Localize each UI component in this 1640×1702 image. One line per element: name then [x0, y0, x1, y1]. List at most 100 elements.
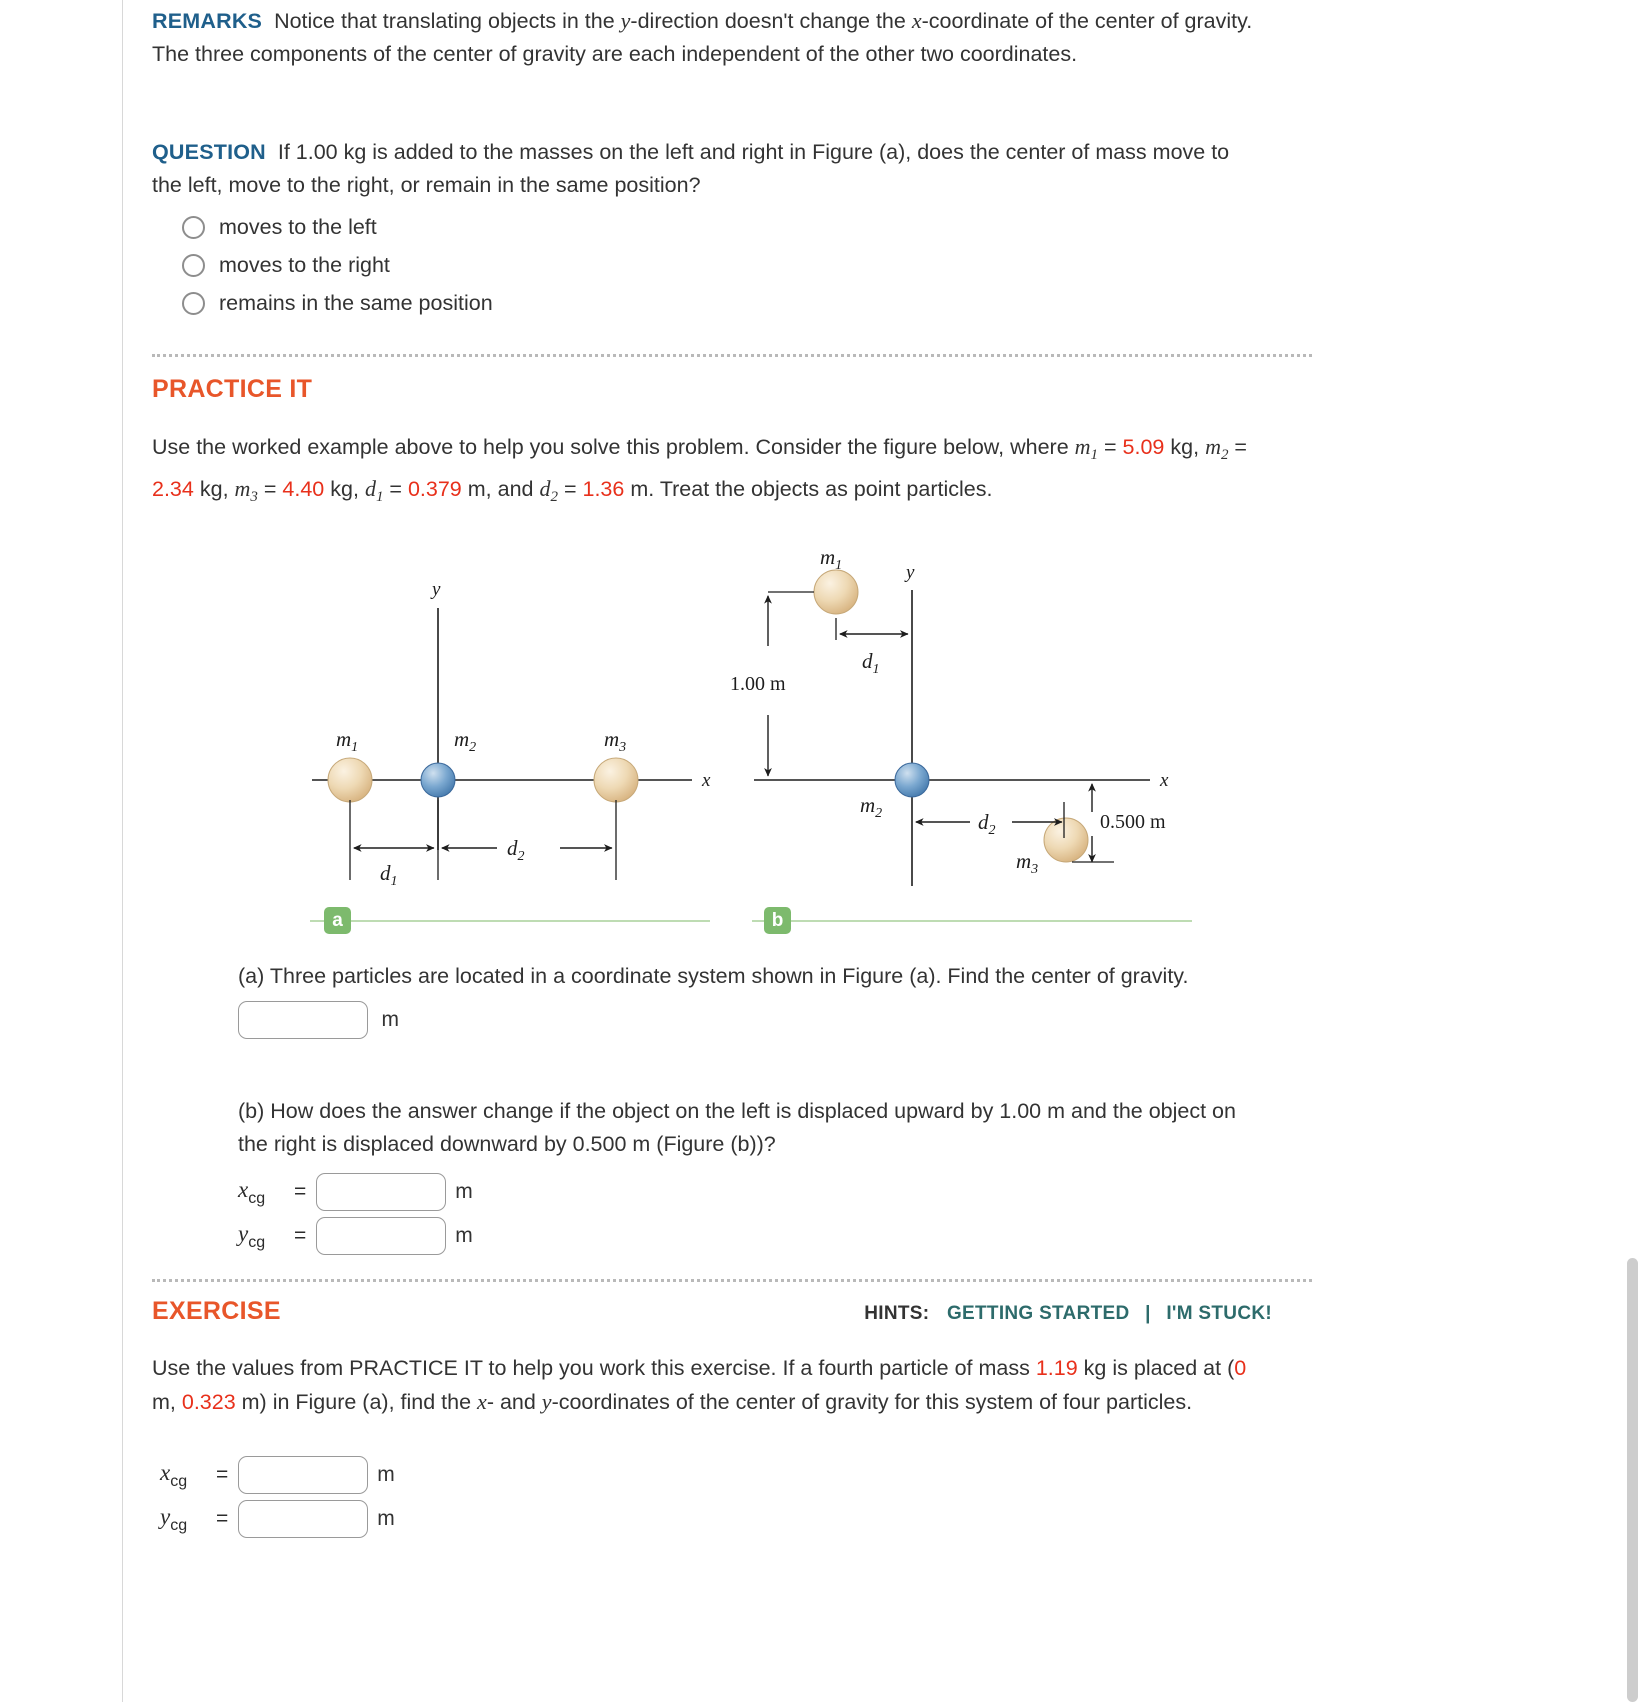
page-left-rule — [122, 0, 123, 1702]
practice-intro-paragraph: Use the worked example above to help you… — [152, 434, 1247, 505]
hint-getting-started-link[interactable]: GETTING STARTED — [947, 1303, 1130, 1324]
part-b-xcg-label: xcg — [238, 1176, 266, 1207]
part-b-xcg-row: xcg = m — [238, 1173, 1268, 1211]
hint-im-stuck-link[interactable]: I'M STUCK! — [1166, 1303, 1272, 1324]
question-text: If 1.00 kg is added to the masses on the… — [152, 140, 1230, 197]
part-b-xcg-sub: cg — [248, 1189, 266, 1207]
figure-badge-b: b — [764, 907, 791, 934]
part-a-answer-input[interactable] — [238, 1001, 368, 1039]
remarks-y-variable: y — [620, 8, 631, 33]
exercise-text-6: -coordinates of the center of gravity fo… — [551, 1390, 1193, 1414]
radio-option-moves-left[interactable]: moves to the left — [152, 215, 1262, 240]
part-b-ycg-unit: m — [455, 1224, 473, 1247]
exercise-ycg-label: ycg — [160, 1503, 188, 1534]
remarks-text-part1: Notice that translating objects in the — [274, 9, 621, 33]
physics-figure: y x m1 m2 m3 d1 d2 y x m1 m2 m3 1.00 m d… — [302, 550, 1192, 950]
exercise-xcg-row: xcg = m — [160, 1456, 395, 1494]
remarks-heading: REMARKS — [152, 9, 263, 33]
part-b-ycg-sub: cg — [248, 1233, 266, 1251]
panel-b-mass3-sphere — [1043, 817, 1089, 863]
part-b-ycg-input[interactable] — [316, 1217, 447, 1255]
remarks-section: REMARKS Notice that translating objects … — [152, 4, 1262, 71]
exercise-y-variable: y — [541, 1389, 552, 1414]
given-d1-unit: m — [467, 477, 486, 501]
exercise-xcg-unit: m — [377, 1463, 395, 1486]
radio-icon[interactable] — [182, 216, 205, 239]
figure-panel-b: y x m1 m2 m3 1.00 m d1 d2 0.500 m — [730, 550, 1169, 886]
panel-a-mass3-label: m3 — [604, 727, 626, 755]
exercise-header: EXERCISE HINTS: GETTING STARTED | I'M ST… — [152, 1297, 1272, 1326]
exercise-text-1: Use the values from PRACTICE IT to help … — [152, 1356, 1036, 1380]
panel-a-x-axis-label: x — [701, 770, 711, 791]
exercise-xcg-input[interactable] — [238, 1456, 369, 1494]
panel-a-d2-label: d2 — [507, 836, 525, 864]
exercise-xcg-equals: = — [216, 1463, 229, 1486]
radio-option-moves-right[interactable]: moves to the right — [152, 253, 1262, 278]
question-spacer — [266, 140, 278, 164]
remarks-text-1 — [262, 9, 274, 33]
hint-divider: | — [1145, 1303, 1151, 1324]
given-d1-symbol: d1 — [364, 476, 384, 505]
section-divider-exercise — [152, 1279, 1312, 1282]
part-b-xcg-input[interactable] — [316, 1173, 447, 1211]
radio-icon[interactable] — [182, 254, 205, 277]
exercise-text-3: m, — [152, 1390, 182, 1414]
practice-it-title-wrap: PRACTICE IT — [152, 375, 312, 404]
question-heading: QUESTION — [152, 140, 266, 164]
question-paragraph: QUESTION If 1.00 kg is added to the mass… — [152, 136, 1262, 202]
radio-option-remains-same[interactable]: remains in the same position — [152, 291, 1262, 316]
given-d2-value: 1.36 — [582, 477, 625, 501]
panel-b-half-m-label: 0.500 m — [1100, 811, 1166, 833]
hints-group: HINTS: GETTING STARTED | I'M STUCK! — [864, 1303, 1272, 1325]
given-d2-unit: m — [630, 477, 649, 501]
panel-a-mass3-sphere — [593, 757, 639, 803]
part-a-section: (a) Three particles are located in a coo… — [238, 960, 1258, 1039]
panel-a-d1-label: d1 — [380, 861, 398, 889]
given-d2-symbol: d2 — [539, 476, 558, 505]
exercise-xcg-sub: cg — [170, 1472, 188, 1490]
part-b-xcg-equals: = — [294, 1180, 307, 1203]
given-m2-unit: kg — [199, 477, 223, 501]
exercise-ycg-input[interactable] — [238, 1500, 369, 1538]
given-m3-sub: 3 — [250, 489, 258, 505]
exercise-ycg-equals: = — [216, 1507, 229, 1530]
given-m3-unit: kg — [330, 477, 353, 501]
exercise-text-2: kg is placed at ( — [1077, 1356, 1235, 1380]
remarks-text-part2: -direction doesn't change the — [630, 9, 912, 33]
part-b-ycg-equals: = — [294, 1224, 307, 1247]
given-m2-sub: 2 — [1220, 447, 1229, 463]
exercise-coord-x: 0 — [1234, 1356, 1247, 1380]
radio-label: moves to the left — [219, 215, 377, 239]
worked-example-page: REMARKS Notice that translating objects … — [0, 0, 1640, 1702]
figure-badge-a: a — [324, 907, 351, 934]
exercise-answer-inputs: xcg = m ycg = m — [160, 1450, 395, 1538]
given-m3-value: 4.40 — [282, 477, 325, 501]
given-d1-value: 0.379 — [407, 477, 462, 501]
given-m1-value: 5.09 — [1122, 435, 1165, 459]
exercise-ycg-unit: m — [377, 1507, 395, 1530]
part-b-text: (b) How does the answer change if the ob… — [238, 1099, 1236, 1156]
panel-b-1m-label: 1.00 m — [730, 673, 786, 695]
part-b-ycg-row: ycg = m — [238, 1217, 1268, 1255]
part-b-section: (b) How does the answer change if the ob… — [238, 1095, 1268, 1255]
exercise-ycg-sub: cg — [170, 1516, 188, 1534]
panel-b-y-axis-label: y — [904, 562, 915, 583]
part-a-text: (a) Three particles are located in a coo… — [238, 964, 1189, 988]
remarks-paragraph: REMARKS Notice that translating objects … — [152, 4, 1262, 71]
part-a-answer-row: m — [238, 1001, 1258, 1039]
radio-icon[interactable] — [182, 292, 205, 315]
figure-a-caption-rule — [310, 920, 710, 922]
question-section: QUESTION If 1.00 kg is added to the mass… — [152, 136, 1262, 316]
hints-label: HINTS: — [864, 1303, 930, 1324]
scrollbar-thumb[interactable] — [1627, 1258, 1638, 1702]
panel-b-d2-label: d2 — [978, 810, 996, 838]
exercise-paragraph: Use the values from PRACTICE IT to help … — [152, 1352, 1272, 1419]
remarks-x-variable: x — [911, 8, 922, 33]
panel-b-mass2-sphere — [894, 762, 930, 798]
scrollbar-track[interactable] — [1625, 0, 1640, 1702]
exercise-coord-y: 0.323 — [181, 1390, 236, 1414]
exercise-ycg-row: ycg = m — [160, 1500, 395, 1538]
exercise-body: Use the values from PRACTICE IT to help … — [152, 1352, 1272, 1419]
radio-label: remains in the same position — [219, 291, 493, 315]
panel-a-mass1-label: m1 — [336, 727, 358, 755]
